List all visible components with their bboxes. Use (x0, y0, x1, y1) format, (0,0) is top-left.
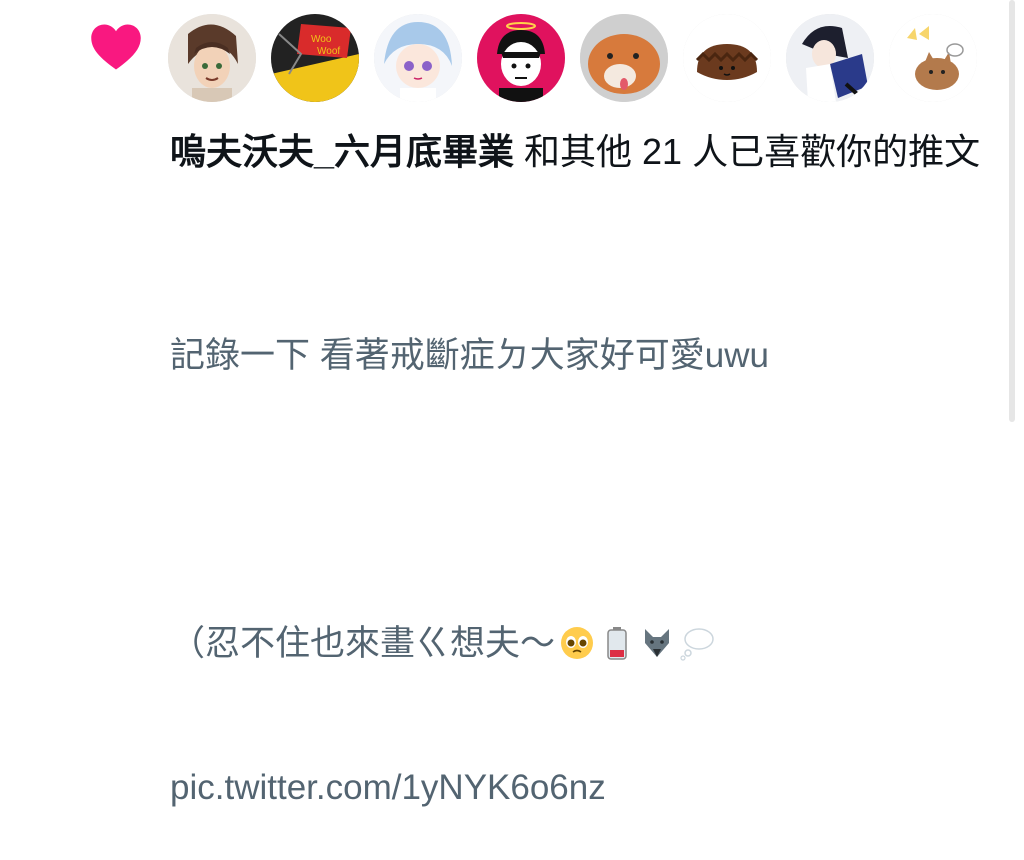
avatar[interactable] (477, 14, 565, 102)
tweet-media-link[interactable]: pic.twitter.com/1yNYK6o6nz (170, 764, 990, 812)
notification-action-text: 和其他 21 人已喜歡你的推文 (514, 131, 981, 172)
avatar[interactable] (168, 14, 256, 102)
avatar[interactable] (580, 14, 668, 102)
tweet-text-line: （忍不住也來畫ㄍ想夫～ (170, 620, 990, 668)
user-name-link[interactable]: 嗚夫沃夫_六月底畢業 (170, 131, 514, 172)
tweet-text-line: 記錄一下 看著戒斷症ㄉ大家好可愛uwu (170, 336, 769, 375)
liker-avatars: Woo Woof (168, 14, 977, 102)
avatar[interactable]: Woo Woof (271, 14, 359, 102)
avatar[interactable] (374, 14, 462, 102)
avatar[interactable] (683, 14, 771, 102)
tweet-preview[interactable]: 記錄一下 看著戒斷症ㄉ大家好可愛uwu （忍不住也來畫ㄍ想夫～ pic.twit… (170, 236, 990, 860)
scrollbar[interactable] (1009, 0, 1015, 422)
heart-icon (91, 24, 141, 70)
avatar[interactable] (786, 14, 874, 102)
svg-text:Woo: Woo (311, 34, 332, 45)
thought-balloon-emoji (679, 625, 715, 661)
svg-text:Woof: Woof (317, 46, 340, 57)
avatar[interactable] (889, 14, 977, 102)
pleading-face-emoji (559, 625, 595, 661)
low-battery-emoji (599, 625, 635, 661)
tweet-text-line (170, 476, 990, 524)
tweet-text-segment: （忍不住也來畫ㄍ想夫～ (170, 624, 556, 663)
like-notification-text: 嗚夫沃夫_六月底畢業 和其他 21 人已喜歡你的推文 (170, 128, 990, 176)
wolf-emoji (639, 625, 675, 661)
